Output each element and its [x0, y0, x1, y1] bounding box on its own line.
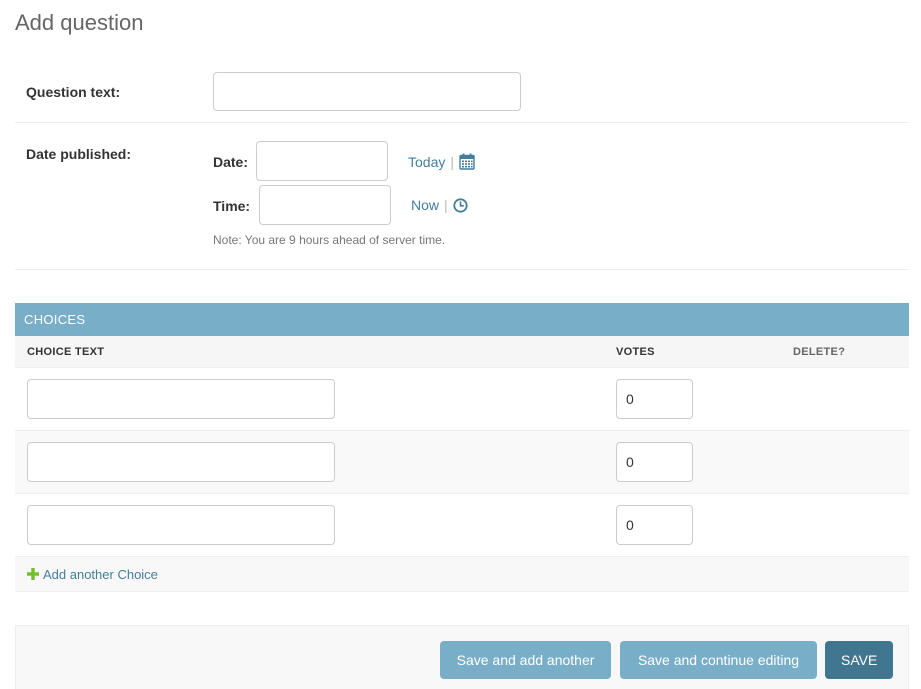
votes-input[interactable] — [616, 442, 693, 482]
submit-row: Save and add another Save and continue e… — [15, 625, 909, 689]
choice-text-input[interactable] — [27, 505, 335, 545]
column-header-delete: DELETE? — [793, 346, 846, 358]
votes-input[interactable] — [616, 505, 693, 545]
save-and-continue-button[interactable]: Save and continue editing — [620, 641, 817, 679]
date-label: Date: — [213, 154, 249, 170]
plus-icon[interactable] — [27, 568, 39, 580]
shortcut-separator: | — [450, 153, 454, 170]
save-button[interactable]: SAVE — [825, 641, 893, 679]
column-header-votes: VOTES — [616, 346, 655, 358]
page-title: Add question — [15, 10, 144, 35]
choice-row — [15, 368, 909, 431]
choices-column-headers: CHOICE TEXT VOTES DELETE? — [15, 336, 909, 368]
choice-text-input[interactable] — [27, 442, 335, 482]
shortcut-separator: | — [444, 197, 448, 213]
choice-row — [15, 494, 909, 557]
time-input[interactable] — [259, 185, 391, 225]
question-text-row: Question text: — [15, 60, 909, 123]
column-header-choice-text: CHOICE TEXT — [27, 346, 105, 358]
question-text-input[interactable] — [213, 72, 521, 111]
add-another-choice-link[interactable]: Add another Choice — [43, 567, 158, 582]
add-another-choice-row: Add another Choice — [15, 557, 909, 592]
date-input[interactable] — [256, 141, 388, 181]
now-link[interactable]: Now — [411, 197, 439, 213]
timezone-help-note: Note: You are 9 hours ahead of server ti… — [213, 233, 446, 247]
date-published-label: Date published: — [26, 146, 132, 162]
choice-text-input[interactable] — [27, 379, 335, 419]
today-shortcut: Today | — [408, 153, 475, 170]
choices-inline-group: Choices CHOICE TEXT VOTES DELETE? Add an… — [15, 303, 909, 592]
today-link[interactable]: Today — [408, 154, 445, 170]
date-published-row: Date published: Date: Today | Time: Now … — [15, 123, 909, 270]
save-and-add-another-button[interactable]: Save and add another — [440, 641, 611, 679]
choice-row — [15, 431, 909, 494]
clock-icon[interactable] — [453, 197, 468, 213]
question-text-label: Question text: — [26, 84, 121, 100]
calendar-icon[interactable] — [459, 153, 475, 170]
votes-input[interactable] — [616, 379, 693, 419]
choices-header: Choices — [15, 303, 909, 336]
time-label: Time: — [213, 198, 251, 214]
now-shortcut: Now | — [411, 197, 468, 213]
